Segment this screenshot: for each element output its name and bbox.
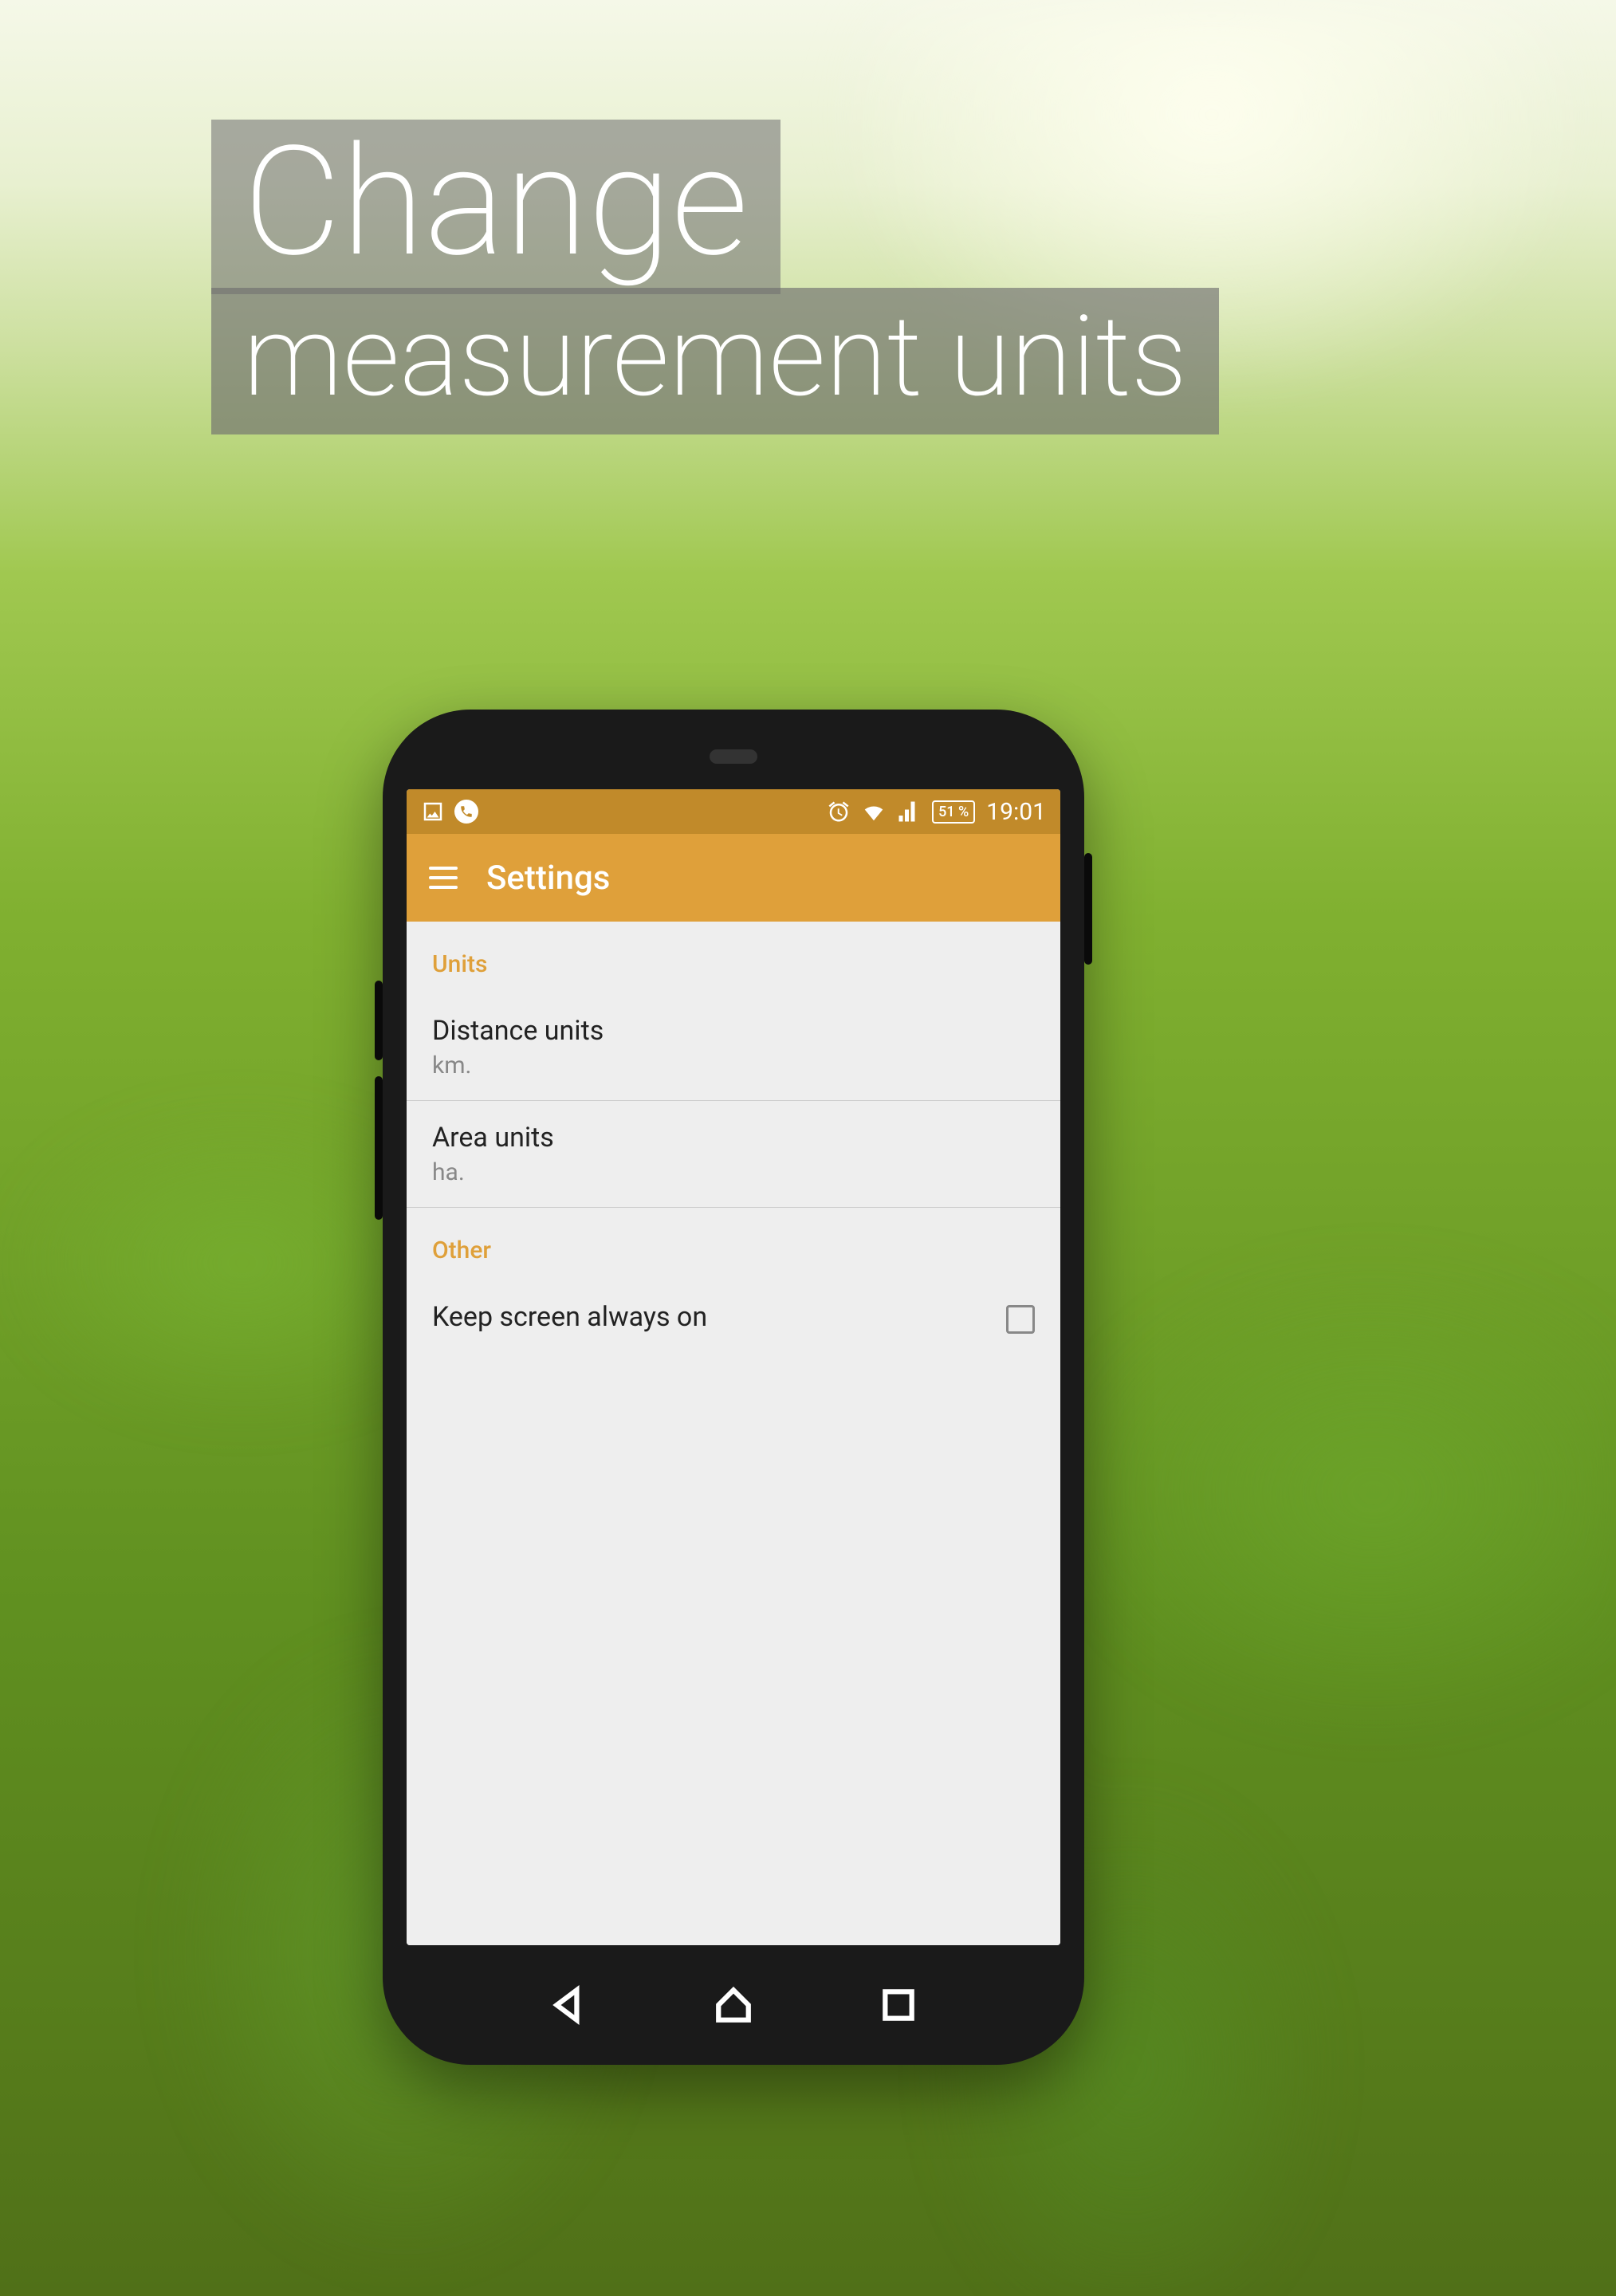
- section-header-units: Units: [407, 922, 1060, 994]
- promo-text: Change measurement units: [211, 120, 1219, 434]
- setting-value: ha.: [432, 1158, 1035, 1186]
- recent-apps-button[interactable]: [879, 1985, 918, 2025]
- checkbox[interactable]: [1006, 1305, 1035, 1334]
- status-bar: 51 % 19:01: [407, 789, 1060, 834]
- back-button[interactable]: [548, 1985, 588, 2025]
- phone-screen: 51 % 19:01 Settings Units Distance units…: [407, 789, 1060, 1945]
- phone-call-icon: [454, 800, 478, 824]
- status-time: 19:01: [986, 798, 1046, 826]
- phone-volume-up: [375, 981, 383, 1060]
- setting-area-units[interactable]: Area units ha.: [407, 1101, 1060, 1208]
- setting-keep-screen-on[interactable]: Keep screen always on: [407, 1280, 1060, 1358]
- battery-level: 51 %: [938, 804, 969, 820]
- home-button[interactable]: [714, 1985, 753, 2025]
- setting-title: Keep screen always on: [432, 1301, 1006, 1333]
- setting-title: Area units: [432, 1122, 1035, 1154]
- setting-distance-units[interactable]: Distance units km.: [407, 994, 1060, 1101]
- phone-volume-down: [375, 1076, 383, 1220]
- setting-value: km.: [432, 1052, 1035, 1079]
- settings-content: Units Distance units km. Area units ha. …: [407, 922, 1060, 1945]
- phone-frame: 51 % 19:01 Settings Units Distance units…: [383, 710, 1084, 2065]
- alarm-icon: [827, 800, 851, 824]
- wifi-icon: [862, 800, 886, 824]
- menu-icon[interactable]: [429, 867, 458, 889]
- setting-title: Distance units: [432, 1015, 1035, 1047]
- android-nav-bar: [407, 1945, 1060, 2065]
- promo-line-1: Change: [211, 120, 780, 294]
- phone-power-button: [1084, 853, 1092, 965]
- page-title: Settings: [486, 859, 610, 898]
- signal-icon: [897, 800, 921, 824]
- image-icon: [421, 800, 445, 824]
- promo-line-2: measurement units: [211, 288, 1219, 434]
- section-header-other: Other: [407, 1208, 1060, 1280]
- app-bar: Settings: [407, 834, 1060, 922]
- battery-indicator: 51 %: [932, 800, 975, 824]
